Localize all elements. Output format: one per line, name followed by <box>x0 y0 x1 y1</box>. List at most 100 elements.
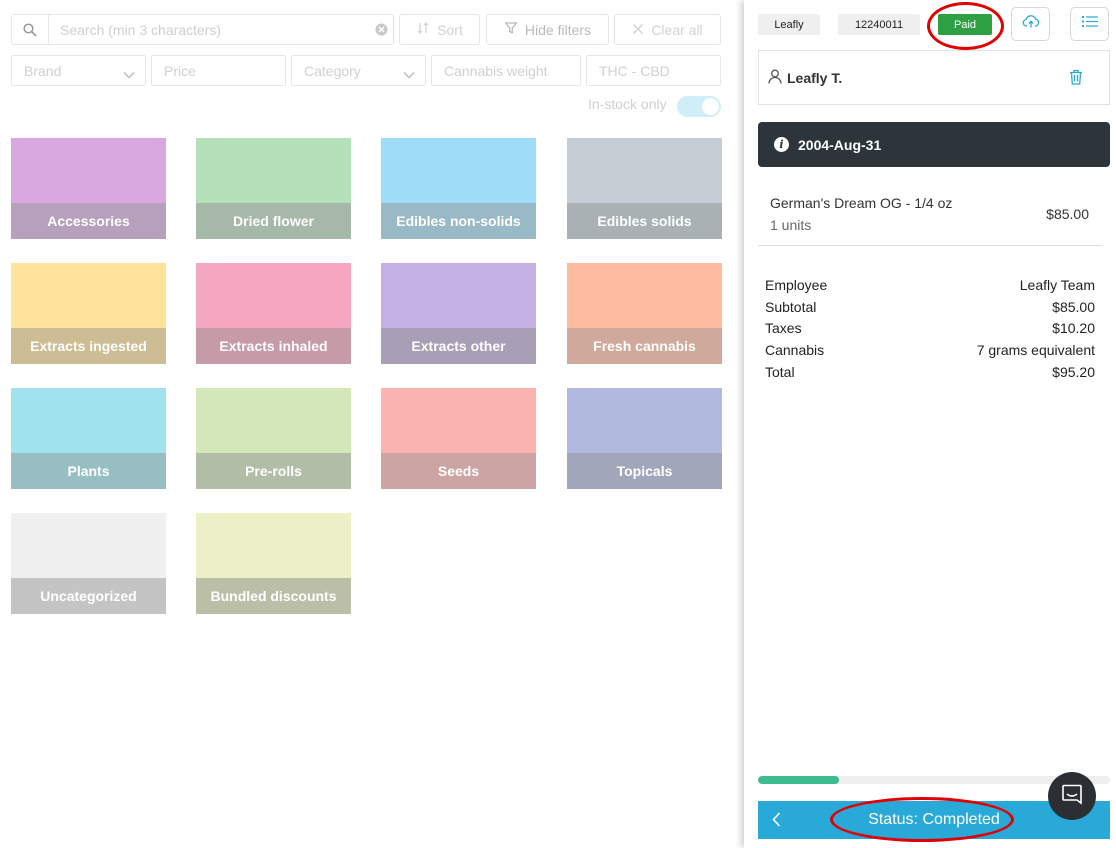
category-tile[interactable]: Plants <box>11 388 166 489</box>
chevron-down-icon <box>403 66 415 82</box>
category-tile[interactable]: Extracts ingested <box>11 263 166 364</box>
highlight-circle <box>830 797 1014 842</box>
category-tile[interactable]: Dried flower <box>196 138 351 239</box>
category-label: Bundled discounts <box>196 578 351 614</box>
clear-search-icon[interactable] <box>369 23 393 36</box>
category-tile[interactable]: Uncategorized <box>11 513 166 614</box>
category-label: Dried flower <box>196 203 351 239</box>
summary-value: $10.20 <box>1052 320 1095 336</box>
category-select[interactable]: Category <box>291 55 426 86</box>
category-label: Uncategorized <box>11 578 166 614</box>
category-label: Plants <box>11 453 166 489</box>
category-tile[interactable]: Accessories <box>11 138 166 239</box>
category-label: Edibles non-solids <box>381 203 536 239</box>
category-tile[interactable]: Bundled discounts <box>196 513 351 614</box>
line-item-name: German's Dream OG - 1/4 oz <box>770 195 953 211</box>
line-item-units: 1 units <box>770 217 812 233</box>
category-label: Fresh cannabis <box>567 328 722 364</box>
category-tile[interactable]: Extracts inhaled <box>196 263 351 364</box>
summary-label: Cannabis <box>765 342 825 358</box>
category-swatch <box>11 388 166 453</box>
info-icon: i <box>774 137 789 152</box>
thc-cbd-filter[interactable]: THC - CBD <box>586 55 721 86</box>
price-filter[interactable]: Price <box>151 55 286 86</box>
category-swatch <box>567 388 722 453</box>
category-tile[interactable]: Fresh cannabis <box>567 263 722 364</box>
trash-icon[interactable] <box>1069 69 1083 88</box>
sort-label: Sort <box>437 21 463 38</box>
cloud-upload-icon <box>1022 14 1040 34</box>
chat-icon <box>1061 783 1083 810</box>
summary-value: $95.20 <box>1052 364 1095 380</box>
search-icon <box>12 15 49 44</box>
summary-label: Employee <box>765 277 828 293</box>
category-swatch <box>196 388 351 453</box>
line-item-price: $85.00 <box>1046 206 1089 222</box>
thc-cbd-label: THC - CBD <box>599 62 670 79</box>
category-swatch <box>567 138 722 203</box>
category-swatch <box>196 263 351 328</box>
cannabis-weight-filter[interactable]: Cannabis weight <box>431 55 581 86</box>
summary-value: Leafly Team <box>1019 277 1095 293</box>
summary-row: Total $95.20 <box>765 364 1095 380</box>
summary-label: Subtotal <box>765 299 817 315</box>
category-label: Pre-rolls <box>196 453 351 489</box>
category-swatch <box>11 263 166 328</box>
summary-row: Subtotal $85.00 <box>765 299 1095 315</box>
category-swatch <box>11 138 166 203</box>
toggle-knob <box>702 98 719 115</box>
category-swatch <box>567 263 722 328</box>
category-label: Edibles solids <box>567 203 722 239</box>
search-box[interactable] <box>11 14 394 45</box>
summary-row: Employee Leafly Team <box>765 277 1095 293</box>
sort-button[interactable]: Sort <box>399 14 480 45</box>
in-stock-label: In-stock only <box>588 96 667 112</box>
chevron-down-icon <box>123 66 135 82</box>
progress-fill <box>758 776 839 784</box>
category-tile[interactable]: Pre-rolls <box>196 388 351 489</box>
category-select-label: Category <box>304 62 361 79</box>
search-input[interactable] <box>49 16 369 43</box>
category-swatch <box>11 513 166 578</box>
close-icon <box>632 22 644 38</box>
cloud-upload-button[interactable] <box>1011 7 1050 41</box>
category-label: Extracts other <box>381 328 536 364</box>
category-tile[interactable]: Edibles solids <box>567 138 722 239</box>
customer-card[interactable]: Leafly T. <box>758 50 1110 105</box>
order-list-button[interactable] <box>1070 7 1109 41</box>
category-label: Seeds <box>381 453 536 489</box>
highlight-circle <box>927 2 1004 50</box>
category-tile[interactable]: Seeds <box>381 388 536 489</box>
summary-label: Taxes <box>765 320 802 336</box>
category-swatch <box>196 513 351 578</box>
category-label: Extracts ingested <box>11 328 166 364</box>
order-number-chip[interactable]: 12240011 <box>838 14 920 35</box>
chevron-left-icon[interactable] <box>772 812 781 832</box>
summary-row: Taxes $10.20 <box>765 320 1095 336</box>
product-catalog-panel: Sort Hide filters Clear all Brand Price … <box>0 0 744 848</box>
divider <box>758 245 1102 246</box>
category-tile[interactable]: Topicals <box>567 388 722 489</box>
hide-filters-label: Hide filters <box>524 21 592 38</box>
filter-icon <box>504 21 518 38</box>
brand-select-label: Brand <box>24 62 62 79</box>
in-stock-toggle[interactable] <box>677 96 721 117</box>
category-swatch <box>381 138 536 203</box>
chat-launcher[interactable] <box>1048 772 1096 820</box>
hide-filters-button[interactable]: Hide filters <box>486 14 609 45</box>
category-tile[interactable]: Extracts other <box>381 263 536 364</box>
sort-icon <box>416 21 430 38</box>
category-label: Extracts inhaled <box>196 328 351 364</box>
brand-select[interactable]: Brand <box>11 55 146 86</box>
clear-all-button[interactable]: Clear all <box>614 14 721 45</box>
summary-value: 7 grams equivalent <box>976 342 1095 358</box>
category-swatch <box>381 263 536 328</box>
category-tile[interactable]: Edibles non-solids <box>381 138 536 239</box>
price-filter-label: Price <box>164 62 196 79</box>
category-swatch <box>381 388 536 453</box>
summary-row: Cannabis 7 grams equivalent <box>765 342 1095 358</box>
clear-all-label: Clear all <box>651 21 703 38</box>
customer-name: Leafly T. <box>787 69 843 86</box>
summary-value: $85.00 <box>1052 299 1095 315</box>
store-chip[interactable]: Leafly <box>758 14 820 35</box>
